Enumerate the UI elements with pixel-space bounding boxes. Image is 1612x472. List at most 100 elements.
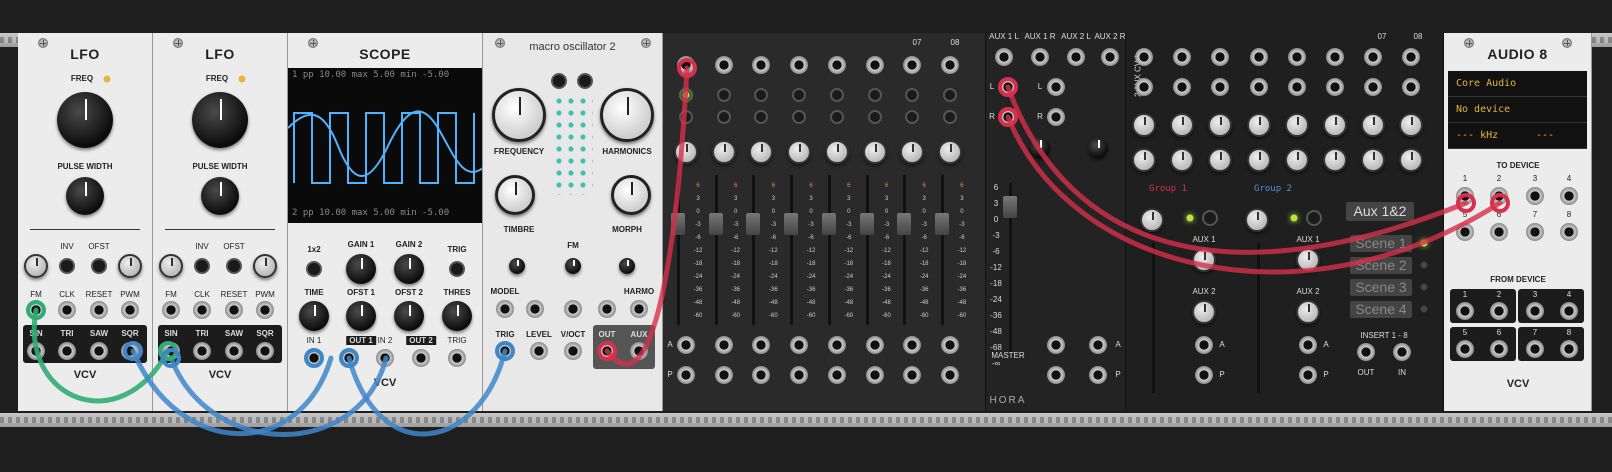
from-device-jack[interactable] xyxy=(1490,302,1508,320)
pulse-width-knob[interactable] xyxy=(66,177,104,215)
master-l-jack[interactable] xyxy=(999,78,1017,96)
ofst2-knob[interactable] xyxy=(394,301,424,331)
aux-send-knob[interactable] xyxy=(1361,148,1386,172)
model-cv-jack[interactable] xyxy=(526,300,544,318)
aux-return-2-knob[interactable] xyxy=(1088,138,1108,158)
aux2l-jack[interactable] xyxy=(1067,48,1085,66)
reset-input-jack[interactable] xyxy=(225,301,243,319)
master-r-jack[interactable] xyxy=(999,108,1017,126)
scene-3-button[interactable]: Scene 3 xyxy=(1350,279,1412,296)
channel-pan-knob[interactable] xyxy=(824,140,849,164)
channel-mute-button[interactable] xyxy=(754,88,769,102)
fm-cv-jack[interactable] xyxy=(564,300,582,318)
aux-cv-jack[interactable] xyxy=(1173,48,1192,66)
aux-cv-jack[interactable] xyxy=(1402,48,1421,66)
from-device-jack[interactable] xyxy=(1490,340,1508,358)
aux-a-jack[interactable] xyxy=(1047,336,1065,354)
channel-fader[interactable] xyxy=(821,213,836,235)
aux-cv-jack[interactable] xyxy=(1326,78,1344,96)
channel-input-jack[interactable] xyxy=(752,56,771,74)
aux-cv-jack[interactable] xyxy=(1249,48,1268,66)
saw-output-jack[interactable] xyxy=(90,342,108,360)
channel-a-jack[interactable] xyxy=(677,336,695,354)
reset-input-jack[interactable] xyxy=(90,301,108,319)
master-fader[interactable] xyxy=(1003,196,1017,218)
channel-a-jack[interactable] xyxy=(865,336,884,354)
to-device-jack[interactable] xyxy=(1456,187,1474,205)
insert-in-jack[interactable] xyxy=(1393,343,1411,361)
morph-knob[interactable] xyxy=(611,175,651,215)
channel-p-jack[interactable] xyxy=(865,366,884,384)
out2-jack[interactable] xyxy=(412,349,430,367)
sin-output-jack[interactable] xyxy=(162,342,180,360)
time-knob[interactable] xyxy=(299,301,329,331)
timbre-cv-attenuverter[interactable] xyxy=(509,258,525,274)
channel-pan-knob[interactable] xyxy=(749,140,774,164)
clk-input-jack[interactable] xyxy=(193,301,211,319)
sin-output-jack[interactable] xyxy=(27,342,45,360)
channel-p-jack[interactable] xyxy=(677,366,695,384)
channel-mute-button[interactable] xyxy=(905,88,920,102)
channel-mute-button[interactable] xyxy=(829,88,844,102)
aux2r-jack[interactable] xyxy=(1101,48,1119,66)
group1-aux1-knob[interactable] xyxy=(1192,248,1216,272)
model-prev-button[interactable] xyxy=(551,73,567,89)
aux1l-jack[interactable] xyxy=(995,48,1013,66)
insert-out-jack[interactable] xyxy=(1357,343,1375,361)
channel-mute-button[interactable] xyxy=(792,88,807,102)
aux-p-jack[interactable] xyxy=(1047,366,1065,384)
timbre-knob[interactable] xyxy=(495,175,535,215)
group1-aux2-knob[interactable] xyxy=(1192,300,1216,324)
trig-input-jack[interactable] xyxy=(448,349,466,367)
to-device-jack[interactable] xyxy=(1490,187,1508,205)
model-next-button[interactable] xyxy=(577,73,593,89)
scene-4-button[interactable]: Scene 4 xyxy=(1350,301,1412,318)
to-device-jack[interactable] xyxy=(1526,187,1544,205)
trig-button[interactable] xyxy=(449,261,465,277)
channel-solo-button[interactable] xyxy=(829,110,844,124)
pwm-attenuator-knob[interactable] xyxy=(118,254,142,278)
channel-fader[interactable] xyxy=(859,213,874,235)
x1x2-button[interactable] xyxy=(306,261,322,277)
to-device-jack[interactable] xyxy=(1560,223,1578,241)
ofst-button[interactable] xyxy=(91,258,107,274)
aux-cv-jack[interactable] xyxy=(1249,78,1268,96)
from-device-jack[interactable] xyxy=(1560,340,1578,358)
aux-send-knob[interactable] xyxy=(1246,113,1271,137)
aux-cv-jack[interactable] xyxy=(1287,78,1306,96)
aux-cv-jack[interactable] xyxy=(1135,48,1153,66)
fm-input-jack[interactable] xyxy=(27,301,45,319)
group1-knob[interactable] xyxy=(1140,208,1164,232)
block-size-selector[interactable]: --- xyxy=(1528,123,1587,149)
to-device-jack[interactable] xyxy=(1560,187,1578,205)
channel-input-jack[interactable] xyxy=(790,56,809,74)
channel-mute-button[interactable] xyxy=(716,88,731,102)
fm-attenuator-knob[interactable] xyxy=(159,254,183,278)
aux-send-knob[interactable] xyxy=(1132,113,1156,137)
channel-p-jack[interactable] xyxy=(940,366,959,384)
aux-cv-jack[interactable] xyxy=(1211,48,1230,66)
channel-pan-knob[interactable] xyxy=(937,140,962,164)
channel-fader[interactable] xyxy=(784,213,799,235)
saw-output-jack[interactable] xyxy=(225,342,243,360)
channel-mute-button[interactable] xyxy=(867,88,882,102)
ofst1-knob[interactable] xyxy=(346,301,376,331)
channel-p-jack[interactable] xyxy=(752,366,771,384)
group2-p-jack[interactable] xyxy=(1299,366,1317,384)
aux-p-jack-2[interactable] xyxy=(1089,366,1107,384)
channel-fader[interactable] xyxy=(708,213,723,235)
aux-cv-jack[interactable] xyxy=(1402,78,1421,96)
harmonics-knob[interactable] xyxy=(600,88,654,142)
channel-fader[interactable] xyxy=(746,213,761,235)
inv-button[interactable] xyxy=(59,258,75,274)
channel-pan-knob[interactable] xyxy=(862,140,887,164)
channel-a-jack[interactable] xyxy=(714,336,733,354)
from-device-jack[interactable] xyxy=(1456,302,1474,320)
aux-cv-jack[interactable] xyxy=(1135,78,1153,96)
group2-aux2-knob[interactable] xyxy=(1296,300,1320,324)
aux-cv-jack[interactable] xyxy=(1326,48,1344,66)
fm-attenuverter[interactable] xyxy=(565,258,581,274)
aux-cv-jack[interactable] xyxy=(1364,48,1383,66)
aux-jack[interactable] xyxy=(630,342,648,360)
sample-rate-selector[interactable]: --- kHz xyxy=(1448,123,1528,149)
